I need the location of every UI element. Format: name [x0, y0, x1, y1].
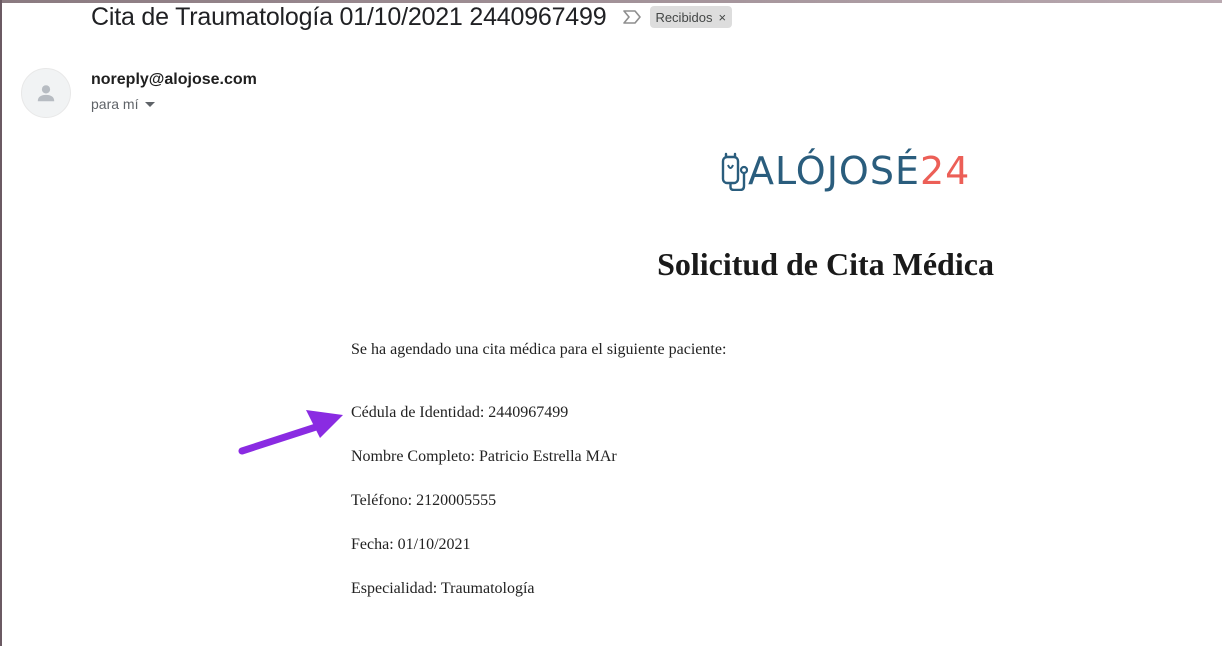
avatar[interactable] [21, 68, 71, 118]
field-full-name: Nombre Completo: Patricio Estrella MAr [351, 448, 617, 465]
intro-text: Se ha agendado una cita médica para el s… [351, 341, 727, 358]
important-marker-icon[interactable] [620, 5, 644, 29]
logo-number-text: 24 [919, 149, 971, 193]
person-icon [37, 85, 55, 102]
subject-row: Cita de Traumatología 01/10/2021 2440967… [91, 2, 733, 32]
field-phone: Teléfono: 2120005555 [351, 492, 497, 509]
window-left-edge [0, 0, 2, 646]
email-body-title: Solicitud de Cita Médica [0, 246, 1222, 283]
arrow-annotation-icon [238, 410, 343, 455]
recipient-label: para mí [91, 96, 139, 112]
field-specialty: Especialidad: Traumatología [351, 580, 535, 597]
label-chip-text: Recibidos [655, 9, 713, 25]
remove-label-button[interactable]: × [719, 10, 727, 25]
label-chip-inbox[interactable]: Recibidos × [650, 6, 733, 28]
field-date: Fecha: 01/10/2021 [351, 536, 471, 553]
logo-main-text: ALÓJOSÉ [748, 149, 920, 193]
field-id-number: Cédula de Identidad: 2440967499 [351, 404, 569, 421]
sender-email[interactable]: noreply@alojose.com [91, 71, 257, 89]
email-body-title-text: Solicitud de Cita Médica [657, 246, 994, 282]
stethoscope-icon [721, 152, 748, 191]
logo-wordmark: ALÓJOSÉ24 [748, 148, 970, 194]
recipient-details[interactable]: para mí [91, 96, 156, 112]
email-subject: Cita de Traumatología 01/10/2021 2440967… [91, 2, 607, 31]
chevron-down-icon[interactable] [145, 101, 156, 107]
brand-logo: ALÓJOSÉ24 [720, 148, 970, 194]
